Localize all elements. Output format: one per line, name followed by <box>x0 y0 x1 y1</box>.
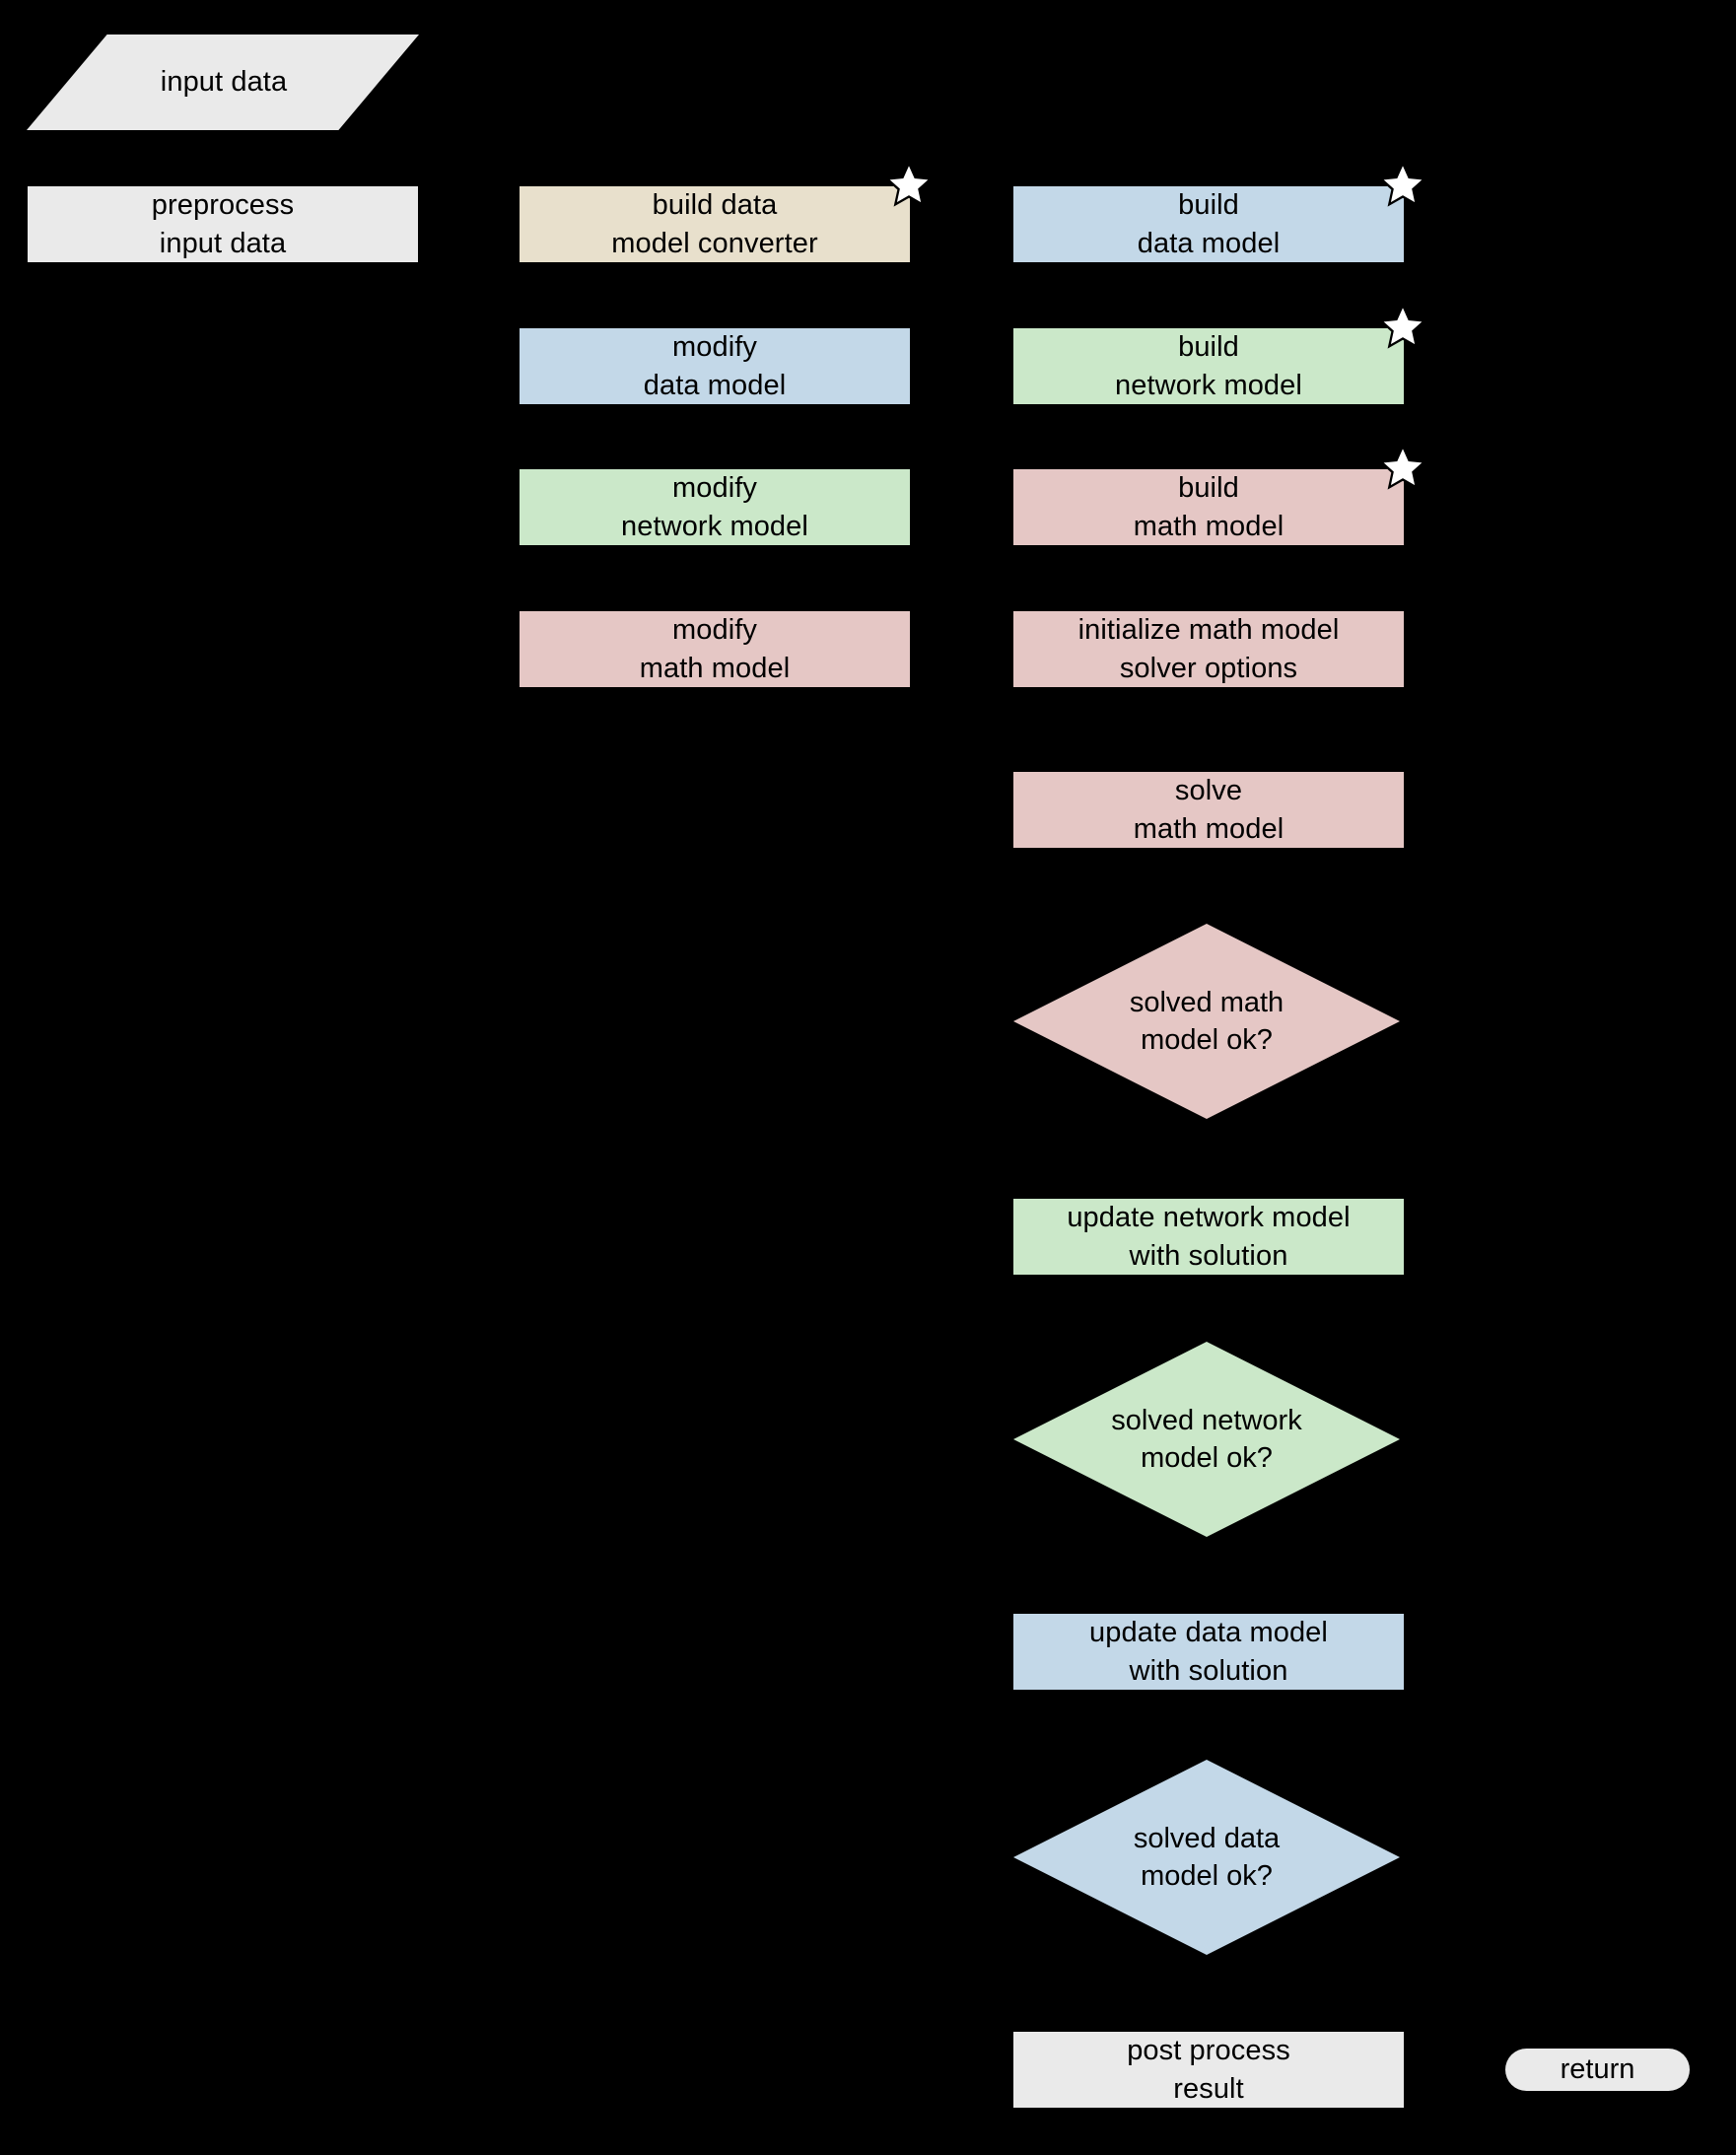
node-update-network-model-with-solution: update network model with solution <box>1012 1198 1405 1276</box>
node-modify-network-model: modify network model <box>519 468 911 546</box>
node-label: update data model with solution <box>1089 1617 1328 1687</box>
node-return: return <box>1505 2049 1690 2091</box>
node-solved-data-model-ok: solved data model ok? <box>1013 1760 1400 1955</box>
node-solve-math-model: solve math model <box>1012 771 1405 849</box>
node-update-data-model-with-solution: update data model with solution <box>1012 1613 1405 1691</box>
node-build-network-model: build network model <box>1012 327 1405 405</box>
node-modify-data-model: modify data model <box>519 327 911 405</box>
node-label: modify data model <box>643 331 787 401</box>
node-label: modify math model <box>639 614 791 684</box>
node-build-data-model: build data model <box>1012 185 1405 263</box>
node-build-math-model: build math model <box>1012 468 1405 546</box>
node-label: preprocess input data <box>151 189 295 259</box>
node-label: build network model <box>1115 331 1302 401</box>
node-initialize-math-model-solver-options: initialize math model solver options <box>1012 610 1405 688</box>
node-label: build math model <box>1133 472 1285 542</box>
node-preprocess-input-data: preprocess input data <box>27 185 419 263</box>
node-label: solved network model ok? <box>1111 1404 1302 1474</box>
node-solved-math-model-ok: solved math model ok? <box>1013 924 1400 1119</box>
node-label: post process result <box>1127 2035 1290 2105</box>
node-label: solved data model ok? <box>1133 1822 1281 1892</box>
node-post-process-result: post process result <box>1012 2031 1405 2109</box>
flowchart-canvas: input data preprocess input data build dat… <box>0 0 1736 2155</box>
node-label: build data model <box>1137 189 1281 259</box>
node-label: build data model converter <box>611 189 818 259</box>
node-label: input data <box>160 66 288 99</box>
node-label: return <box>1560 2053 1635 2086</box>
node-label: modify network model <box>621 472 808 542</box>
node-input-data: input data <box>27 35 419 130</box>
node-label: solve math model <box>1133 775 1285 845</box>
node-label: solved math model ok? <box>1129 986 1285 1056</box>
node-modify-math-model: modify math model <box>519 610 911 688</box>
node-label: update network model with solution <box>1067 1202 1351 1272</box>
node-build-data-model-converter: build data model converter <box>519 185 911 263</box>
node-solved-network-model-ok: solved network model ok? <box>1013 1342 1400 1537</box>
node-label: initialize math model solver options <box>1077 614 1340 684</box>
